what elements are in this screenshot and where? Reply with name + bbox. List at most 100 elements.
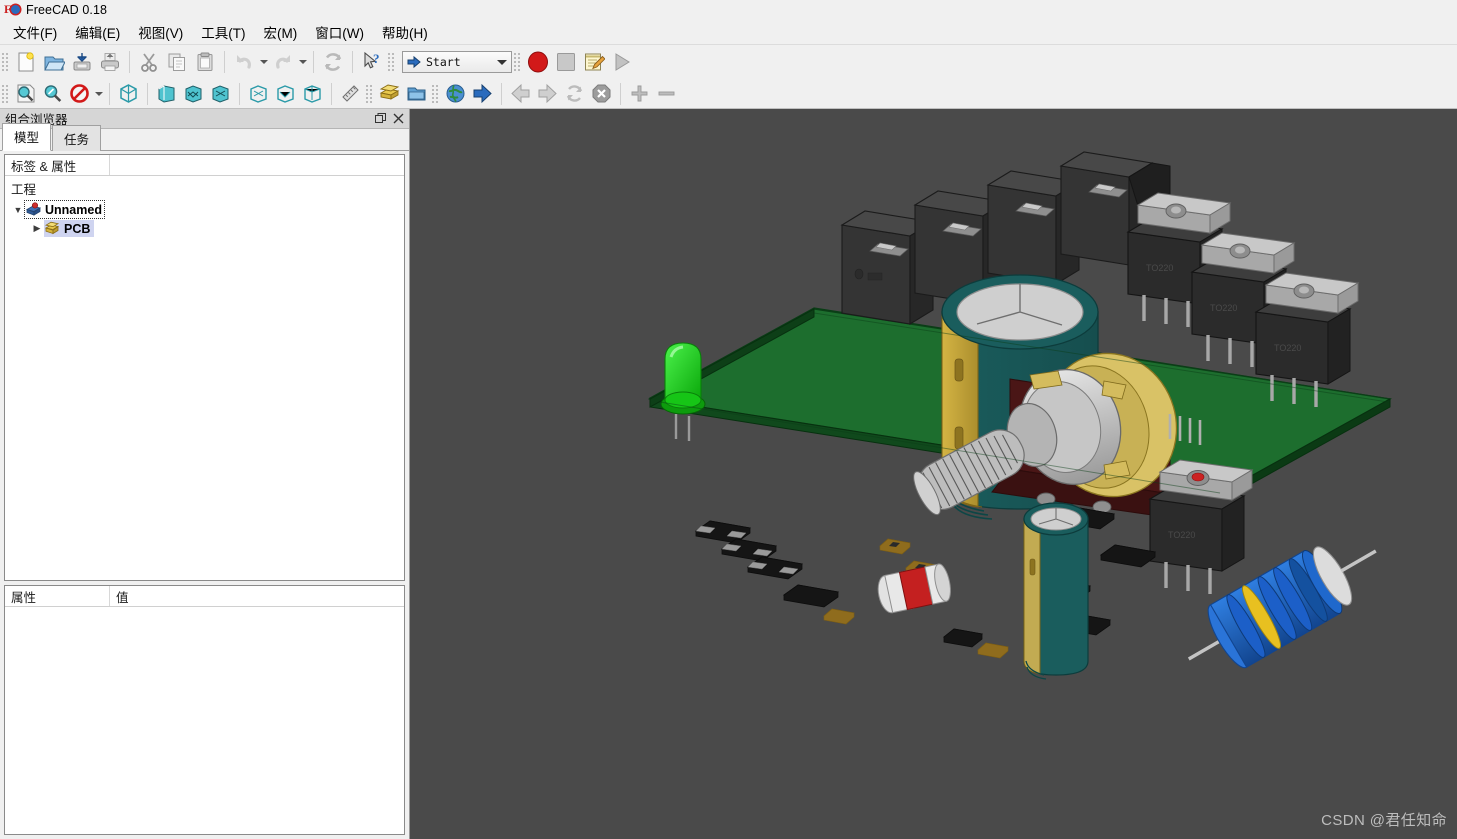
menu-macro[interactable]: 宏(M): [255, 19, 307, 45]
svg-text:?: ?: [373, 51, 380, 66]
toolbar-separator: [129, 51, 130, 73]
toolbar-grip[interactable]: [366, 83, 373, 105]
draw-style-icon[interactable]: [66, 81, 93, 106]
fit-all-icon[interactable]: [12, 81, 39, 106]
toolbar-separator: [501, 82, 502, 105]
freecad-logo-icon: F: [4, 2, 20, 18]
chevron-down-icon[interactable]: [493, 60, 511, 65]
save-document-icon[interactable]: [68, 48, 96, 76]
right-view-icon[interactable]: [207, 81, 234, 106]
pcb-3d-model: TO220 TO220 TO220 TO220: [648, 151, 1392, 680]
toolbar-separator: [239, 82, 240, 105]
redo-dropdown-arrow[interactable]: [297, 48, 308, 76]
to220-transistor-front: TO220: [1148, 459, 1254, 594]
menu-edit[interactable]: 编辑(E): [66, 19, 129, 45]
float-icon[interactable]: [372, 111, 388, 127]
web-home-icon[interactable]: [442, 81, 469, 106]
toolbar-separator: [224, 51, 225, 73]
workbench-start-icon: [407, 55, 421, 69]
led-green: [660, 342, 706, 441]
chevron-down-icon[interactable]: ▼: [11, 200, 25, 219]
measure-icon[interactable]: [337, 81, 364, 106]
tree-header-label-column[interactable]: 标签 & 属性: [5, 155, 110, 175]
left-view-icon[interactable]: [299, 81, 326, 106]
create-part-icon[interactable]: [376, 81, 403, 106]
freecad-window: F FreeCAD 0.18 文件(F) 编辑(E) 视图(V) 工具(T) 宏…: [0, 0, 1457, 839]
macro-record-icon[interactable]: [524, 48, 552, 76]
bottom-view-icon[interactable]: [272, 81, 299, 106]
tree-item-unnamed[interactable]: ▼ Unnamed: [5, 200, 404, 219]
redo-icon[interactable]: [269, 48, 297, 76]
property-name-column-header[interactable]: 属性: [5, 586, 110, 606]
menu-help[interactable]: 帮助(H): [373, 19, 437, 45]
property-value-column-header[interactable]: 值: [110, 586, 404, 606]
svg-text:TO220: TO220: [1274, 343, 1301, 353]
menu-window[interactable]: 窗口(W): [306, 19, 373, 45]
smd-diode: [977, 642, 1009, 659]
property-editor-panel: 属性 值: [4, 585, 405, 835]
tab-tasks[interactable]: 任务: [52, 125, 102, 151]
main-body: 组合浏览器 模型 任务 标签 & 属性 工程 ▼ Unnamed ▶ PCB 属…: [0, 109, 1457, 839]
toolbar-row-2: [0, 79, 1457, 108]
model-tree-panel: 标签 & 属性 工程 ▼ Unnamed ▶ PCB: [4, 154, 405, 581]
create-group-icon[interactable]: [403, 81, 430, 106]
nav-back-icon[interactable]: [507, 81, 534, 106]
3d-viewport[interactable]: TO220 TO220 TO220 TO220 CSDN @君任知命: [410, 109, 1457, 839]
undo-dropdown-arrow[interactable]: [258, 48, 269, 76]
toolbar-grip[interactable]: [388, 51, 395, 73]
draw-style-dropdown-arrow[interactable]: [93, 80, 104, 108]
top-view-icon[interactable]: [180, 81, 207, 106]
tree-header: 标签 & 属性: [5, 155, 404, 176]
workbench-selector[interactable]: Start: [402, 51, 512, 73]
menu-view[interactable]: 视图(V): [129, 19, 192, 45]
zoom-out-icon[interactable]: [653, 81, 680, 106]
close-icon[interactable]: [390, 111, 406, 127]
nav-reload-icon[interactable]: [561, 81, 588, 106]
cut-icon[interactable]: [135, 48, 163, 76]
toolbar-separator: [352, 51, 353, 73]
open-document-icon[interactable]: [40, 48, 68, 76]
toolbar-row-1: ? Start: [0, 45, 1457, 79]
property-editor-body[interactable]: [5, 607, 404, 834]
combo-view-panel: 组合浏览器 模型 任务 标签 & 属性 工程 ▼ Unnamed ▶ PCB 属…: [0, 109, 410, 839]
front-view-icon[interactable]: [153, 81, 180, 106]
smd-diode: [823, 608, 855, 625]
fit-selection-icon[interactable]: [39, 81, 66, 106]
rear-view-icon[interactable]: [245, 81, 272, 106]
undo-icon[interactable]: [230, 48, 258, 76]
toolbar-grip[interactable]: [514, 51, 521, 73]
toolbar-grip[interactable]: [432, 83, 439, 105]
macro-stop-icon[interactable]: [552, 48, 580, 76]
zoom-in-icon[interactable]: [626, 81, 653, 106]
nav-forward-icon[interactable]: [534, 81, 561, 106]
chevron-right-icon[interactable]: ▶: [30, 219, 44, 238]
menu-bar: 文件(F) 编辑(E) 视图(V) 工具(T) 宏(M) 窗口(W) 帮助(H): [0, 19, 1457, 45]
menu-tools[interactable]: 工具(T): [192, 19, 254, 45]
goto-link-icon[interactable]: [469, 81, 496, 106]
tree-item-pcb[interactable]: ▶ PCB: [5, 219, 404, 238]
workbench-selected-label: Start: [426, 55, 461, 69]
paste-icon[interactable]: [191, 48, 219, 76]
electrolytic-capacitor-small: [1023, 502, 1089, 680]
refresh-icon[interactable]: [319, 48, 347, 76]
tree-body[interactable]: 工程 ▼ Unnamed ▶ PCB: [5, 176, 404, 580]
tree-group-application: 工程: [11, 183, 37, 197]
copy-icon[interactable]: [163, 48, 191, 76]
axonometric-view-icon[interactable]: [115, 81, 142, 106]
smd-resistor: [942, 628, 984, 648]
diode: [877, 563, 951, 614]
macro-execute-icon[interactable]: [608, 48, 636, 76]
menu-file[interactable]: 文件(F): [4, 19, 66, 45]
nav-stop-icon[interactable]: [588, 81, 615, 106]
new-document-icon[interactable]: [12, 48, 40, 76]
tree-item-label: Unnamed: [45, 202, 102, 217]
print-document-icon[interactable]: [96, 48, 124, 76]
window-title: FreeCAD 0.18: [26, 2, 108, 17]
combo-view-tabs: 模型 任务: [0, 123, 409, 151]
svg-text:TO220: TO220: [1168, 530, 1195, 540]
macro-edit-icon[interactable]: [580, 48, 608, 76]
tab-model[interactable]: 模型: [2, 123, 52, 151]
whats-this-icon[interactable]: ?: [358, 48, 386, 76]
toolbar-grip[interactable]: [2, 51, 9, 73]
toolbar-grip[interactable]: [2, 83, 9, 105]
